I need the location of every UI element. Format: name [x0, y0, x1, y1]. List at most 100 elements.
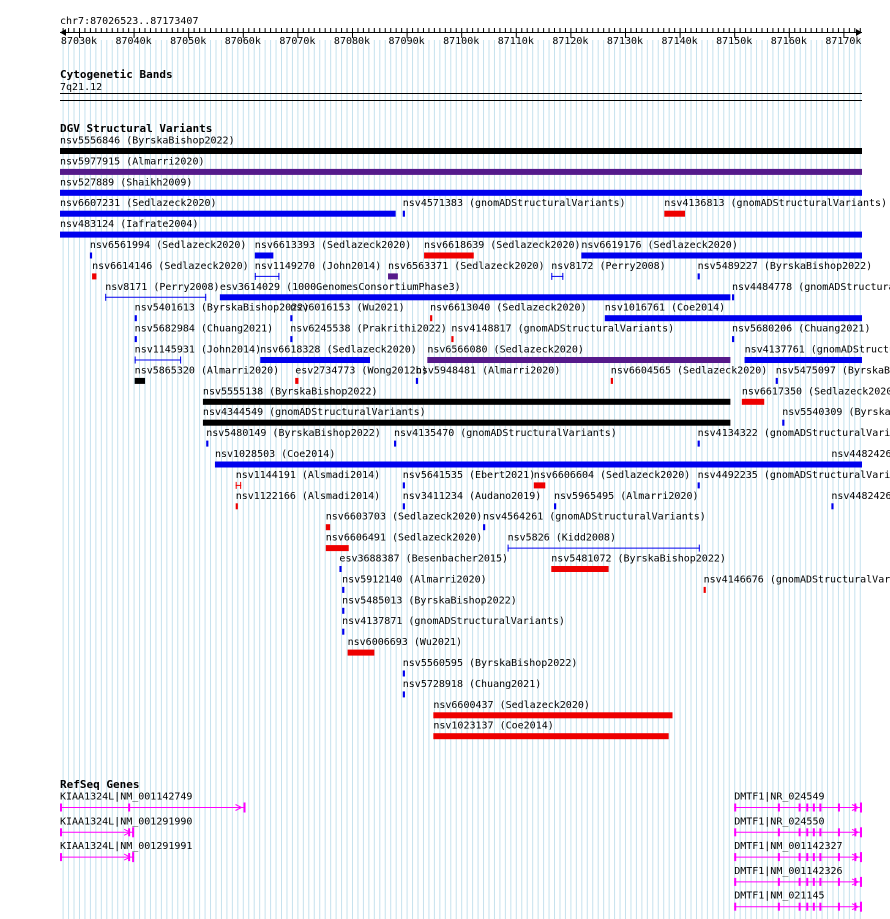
structural-variant[interactable]: esv2734773 (Wong2012b) [295, 365, 428, 384]
structural-variant[interactable]: nsv4136813 (gnomADStructuralVariants) [664, 198, 887, 217]
refseq-gene[interactable]: DMTF1|NR_024549 [734, 792, 862, 813]
refseq-gene-features: KIAA1324L|NM_001142749 KIAA1324L|NM_00129… [60, 792, 862, 912]
gene-exon [128, 803, 131, 812]
structural-variant[interactable]: nsv483124 (Iafrate2004) [60, 219, 862, 238]
structural-variant[interactable]: nsv8171 (Perry2008) [105, 282, 220, 301]
variant-label: nsv5485013 (ByrskaBishop2022) [342, 595, 517, 606]
variant-label: nsv4134322 (gnomADStructuralVariants) [698, 428, 890, 439]
structural-variant[interactable]: nsv5965495 (Almarri2020) [554, 491, 699, 510]
structural-variant[interactable]: nsv4571383 (gnomADStructuralVariants) [402, 198, 626, 217]
structural-variant[interactable]: nsv4146676 (gnomADStructuralVariants) [703, 574, 890, 593]
structural-variant[interactable]: nsv6613040 (Sedlazeck2020) [430, 303, 587, 322]
structural-variant[interactable]: nsv6566080 (Sedlazeck2020) [427, 345, 731, 364]
variant-label: nsv527889 (Shaikh2009) [60, 177, 192, 188]
variant-label: nsv1149270 (John2014) [255, 261, 381, 272]
structural-variant[interactable]: nsv5401613 (ByrskaBishop2022) [134, 303, 310, 322]
structural-variant[interactable]: nsv1023137 (Coe2014) [433, 721, 669, 740]
structural-variant[interactable]: nsv4148817 (gnomADStructuralVariants) [451, 324, 674, 343]
variant-label: nsv6607231 (Sedlazeck2020) [60, 198, 217, 209]
gene-label: DMTF1|NM_001142326 [734, 866, 842, 877]
structural-variant[interactable]: nsv4492235 (gnomADStructuralVariants) [697, 470, 890, 489]
gene-end-cap [132, 827, 135, 838]
structural-variant[interactable]: nsv1144191 (Alsmadi2014) [235, 470, 380, 489]
structural-variant[interactable]: nsv5977915 (Almarri2020) [60, 156, 862, 175]
structural-variant[interactable]: nsv6604565 (Sedlazeck2020) [610, 365, 768, 384]
structural-variant[interactable]: esv3614029 (1000GenomesConsortiumPhase3) [219, 282, 731, 301]
variant-label: nsv6016153 (Wu2021) [290, 303, 404, 314]
structural-variant[interactable]: nsv6613393 (Sedlazeck2020) [254, 240, 412, 259]
cytoband-bar[interactable] [60, 93, 862, 94]
structural-variant[interactable]: nsv5485013 (ByrskaBishop2022) [342, 595, 517, 614]
ruler-tick-label: 87140k [662, 36, 698, 47]
structural-variant[interactable]: nsv6561994 (Sedlazeck2020) [89, 240, 247, 259]
structural-variant[interactable]: nsv6619176 (Sedlazeck2020) [581, 240, 862, 259]
variant-bar [697, 440, 700, 447]
coordinate-ruler[interactable]: chr7:87026523..87173407 87030k 87040k 8705… [60, 16, 862, 47]
variant-label: esv3614029 (1000GenomesConsortiumPhase3) [220, 282, 461, 293]
structural-variant[interactable]: nsv1145931 (John2014) [134, 345, 261, 364]
structural-variant[interactable]: nsv5556846 (ByrskaBishop2022) [60, 136, 862, 155]
refseq-gene[interactable]: KIAA1324L|NM_001142749 [60, 792, 246, 813]
gene-exon [806, 803, 809, 812]
ruler-tick-label: 87170k [825, 36, 861, 47]
variant-label: nsv1144191 (Alsmadi2014) [236, 470, 380, 481]
variant-bar [402, 482, 405, 489]
structural-variant[interactable]: nsv5481072 (ByrskaBishop2022) [551, 554, 726, 573]
refseq-gene[interactable]: DMTF1|NM_001142327 [734, 841, 862, 863]
variant-label: nsv4137871 (gnomADStructuralVariants) [342, 616, 565, 627]
variant-label: nsv6613040 (Sedlazeck2020) [430, 303, 587, 314]
variant-label: nsv4564261 (gnomADStructuralVariants) [483, 512, 706, 523]
structural-variant[interactable]: nsv6614146 (Sedlazeck2020) [92, 261, 249, 280]
structural-variant[interactable]: nsv6606491 (Sedlazeck2020) [325, 533, 483, 552]
variant-bar [433, 712, 673, 719]
structural-variant[interactable]: nsv8172 (Perry2008) [551, 261, 666, 280]
cytoband-label[interactable]: 7q21.12 [60, 82, 102, 93]
variant-bar [604, 315, 862, 322]
variant-label: nsv6563371 (Sedlazeck2020) [388, 261, 545, 272]
structural-variant[interactable]: nsv5540309 (ByrskaBishop2022) [782, 407, 890, 426]
variant-bar [290, 336, 293, 343]
variant-bar [60, 210, 396, 217]
refseq-gene[interactable]: DMTF1|NM_021145 [734, 891, 862, 912]
structural-variant[interactable]: nsv527889 (Shaikh2009) [60, 177, 862, 196]
cytoband-bar[interactable] [60, 100, 862, 101]
structural-variant[interactable]: nsv4137761 (gnomADStructuralVariants) [744, 345, 890, 364]
structural-variant[interactable]: nsv6607231 (Sedlazeck2020) [60, 198, 396, 217]
structural-variant[interactable]: nsv6618328 (Sedlazeck2020) [260, 345, 417, 364]
gene-exon [777, 902, 780, 911]
refseq-gene[interactable]: DMTF1|NR_024550 [734, 816, 862, 838]
structural-variant[interactable]: nsv1149270 (John2014) [254, 261, 381, 280]
structural-variant[interactable]: nsv6563371 (Sedlazeck2020) [388, 261, 545, 280]
structural-variant[interactable]: nsv6606604 (Sedlazeck2020) [533, 470, 691, 489]
structural-variant[interactable]: nsv5641535 (Ebert2021) [402, 470, 535, 489]
variant-bar [402, 503, 405, 510]
refseq-gene[interactable]: DMTF1|NM_001142326 [734, 866, 862, 887]
variant-bar [430, 315, 433, 322]
structural-variant[interactable]: nsv1016761 (Coe2014) [604, 303, 862, 322]
structural-variant[interactable]: nsv6618639 (Sedlazeck2020) [424, 240, 581, 259]
variant-label: nsv5555138 (ByrskaBishop2022) [203, 386, 378, 397]
ruler-tick-label: 87120k [552, 36, 588, 47]
structural-variant[interactable]: nsv4137871 (gnomADStructuralVariants) [342, 616, 565, 635]
structural-variant[interactable]: nsv4134322 (gnomADStructuralVariants) [697, 428, 890, 447]
variant-bar [732, 336, 735, 343]
structural-variant[interactable]: nsv6603703 (Sedlazeck2020) [325, 512, 483, 531]
variant-label: nsv6618328 (Sedlazeck2020) [260, 345, 417, 356]
variant-bar [732, 294, 735, 301]
variant-bar [202, 398, 731, 405]
variant-bar [295, 377, 299, 384]
structural-variant[interactable]: nsv5555138 (ByrskaBishop2022) [202, 386, 731, 405]
variant-bar [202, 419, 731, 426]
structural-variant[interactable]: nsv6617350 (Sedlazeck2020) [741, 386, 890, 405]
variant-label: nsv4482426 (gnomADStructuralVariants) [831, 491, 890, 502]
variant-label: nsv6604565 (Sedlazeck2020) [611, 365, 768, 376]
structural-variant[interactable]: nsv5948481 (Almarri2020) [415, 365, 560, 384]
genome-browser-canvas[interactable]: chr7:87026523..87173407 87030k 87040k 8705… [0, 0, 890, 919]
ruler-tick-label: 87110k [498, 36, 534, 47]
gene-end-cap [860, 802, 862, 813]
structural-variant[interactable]: nsv1122166 (Alsmadi2014) [235, 491, 380, 510]
gene-exon [734, 853, 737, 862]
structural-variant[interactable]: nsv4344549 (gnomADStructuralVariants) [202, 407, 731, 426]
gene-exon [854, 877, 857, 886]
ruler-right-arrow-icon[interactable] [856, 29, 862, 36]
